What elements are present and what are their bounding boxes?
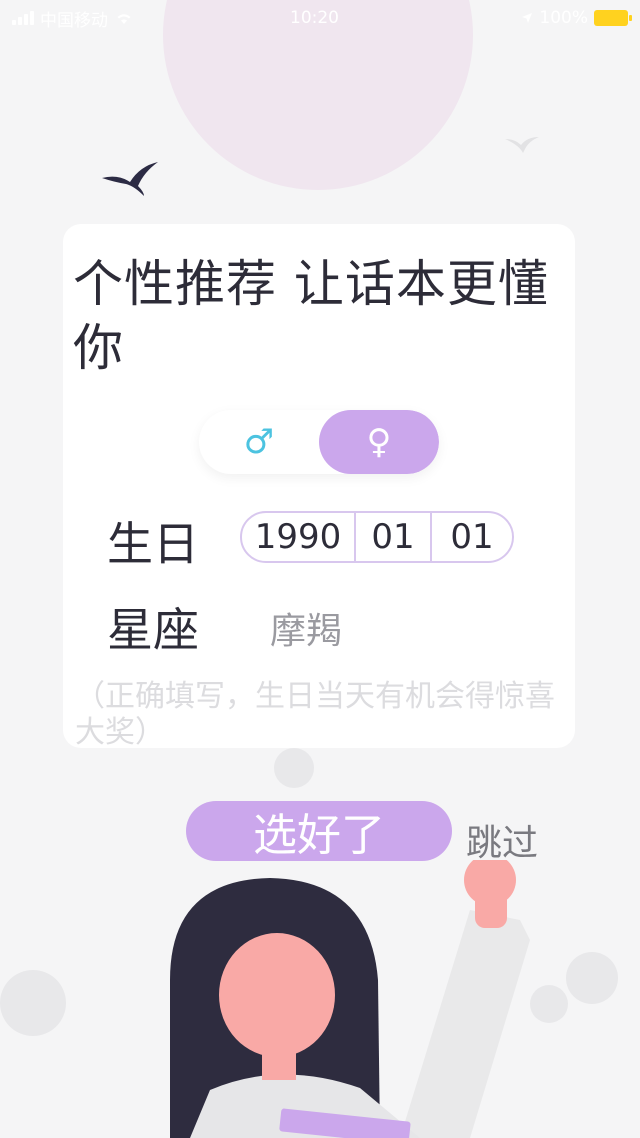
status-left: 中国移动 xyxy=(12,6,134,31)
person-illustration xyxy=(170,860,530,1138)
birth-year-field[interactable]: 1990 xyxy=(242,513,356,561)
battery-percent: 100% xyxy=(539,8,588,28)
skip-button[interactable]: 跳过 xyxy=(466,814,538,866)
birthday-label: 生日 xyxy=(107,517,199,571)
background-circle xyxy=(274,748,314,788)
confirm-button[interactable]: 选好了 xyxy=(186,801,452,861)
gender-toggle: ♂ ♀ xyxy=(199,410,439,474)
female-icon: ♀ xyxy=(366,422,392,462)
hint-text: （正确填写，生日当天有机会得惊喜大奖） xyxy=(75,679,555,750)
birth-day-field[interactable]: 01 xyxy=(432,513,512,561)
status-bar: 中国移动 10:20 100% xyxy=(0,0,640,36)
female-option[interactable]: ♀ xyxy=(319,410,439,474)
birth-month-field[interactable]: 01 xyxy=(356,513,432,561)
signal-icon xyxy=(12,11,34,25)
bird-icon xyxy=(505,137,539,153)
carrier-label: 中国移动 xyxy=(40,10,108,31)
birthday-picker: 1990 01 01 xyxy=(240,511,514,563)
male-icon: ♂ xyxy=(243,422,275,462)
status-right: 100% xyxy=(521,8,632,28)
preferences-card: 个性推荐 让话本更懂你 ♂ ♀ 生日 1990 01 01 星座 摩羯 （正确填… xyxy=(63,224,575,750)
location-arrow-icon xyxy=(522,13,533,23)
clock: 10:20 xyxy=(290,8,339,28)
page-title: 个性推荐 让话本更懂你 xyxy=(73,255,549,377)
zodiac-value: 摩羯 xyxy=(270,611,343,652)
wifi-icon xyxy=(117,14,131,24)
male-option[interactable]: ♂ xyxy=(199,410,319,474)
battery-icon xyxy=(594,10,632,26)
zodiac-label: 星座 xyxy=(107,603,199,657)
bird-icon xyxy=(102,162,158,196)
